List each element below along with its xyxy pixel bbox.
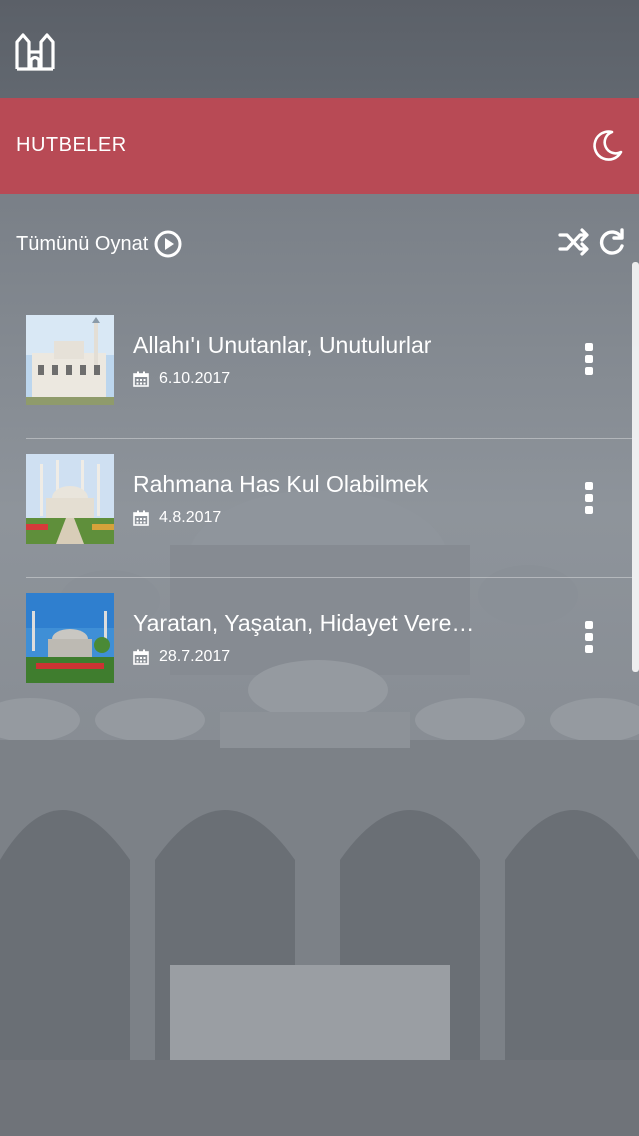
app-header: HUTBELER xyxy=(0,98,639,194)
moon-icon[interactable] xyxy=(590,128,624,162)
play-all-button[interactable]: Tümünü Oynat xyxy=(16,228,182,260)
shuffle-icon[interactable] xyxy=(558,226,592,258)
sermon-date-text: 28.7.2017 xyxy=(159,648,231,665)
play-all-label: Tümünü Oynat xyxy=(16,232,149,255)
more-vert-icon[interactable] xyxy=(582,620,596,654)
list-item[interactable]: Allahı'ı Unutanlar, Unutulurlar 6.10.201… xyxy=(26,300,632,439)
repeat-icon[interactable] xyxy=(596,226,626,258)
sermon-thumbnail xyxy=(26,593,114,683)
sermon-title: Yaratan, Yaşatan, Hidayet Veren Allah xyxy=(133,610,485,636)
more-vert-icon[interactable] xyxy=(582,342,596,376)
top-bar xyxy=(0,0,639,98)
list-item[interactable]: Rahmana Has Kul Olabilmek 4.8.2017 xyxy=(26,439,632,578)
sermon-date: 6.10.2017 xyxy=(133,370,230,388)
sermon-title: Allahı'ı Unutanlar, Unutulurlar xyxy=(133,332,432,358)
sermon-thumbnail xyxy=(26,315,114,405)
calendar-icon xyxy=(133,371,149,387)
list-item[interactable]: Yaratan, Yaşatan, Hidayet Veren Allah 28… xyxy=(26,578,632,716)
scrollbar[interactable] xyxy=(632,262,639,672)
page-title: HUTBELER xyxy=(16,134,127,156)
sermon-date-text: 4.8.2017 xyxy=(159,509,222,526)
calendar-icon xyxy=(133,510,149,526)
play-circle-icon xyxy=(154,230,182,258)
mosque-home-icon[interactable] xyxy=(14,30,56,72)
more-vert-icon[interactable] xyxy=(582,481,596,515)
sermon-title: Rahmana Has Kul Olabilmek xyxy=(133,471,429,497)
calendar-icon xyxy=(133,649,149,665)
sermon-date: 28.7.2017 xyxy=(133,648,230,666)
sermon-thumbnail xyxy=(26,454,114,544)
sermon-date: 4.8.2017 xyxy=(133,509,221,527)
sermon-date-text: 6.10.2017 xyxy=(159,370,231,387)
sermon-list: Allahı'ı Unutanlar, Unutulurlar 6.10.201… xyxy=(26,300,632,716)
